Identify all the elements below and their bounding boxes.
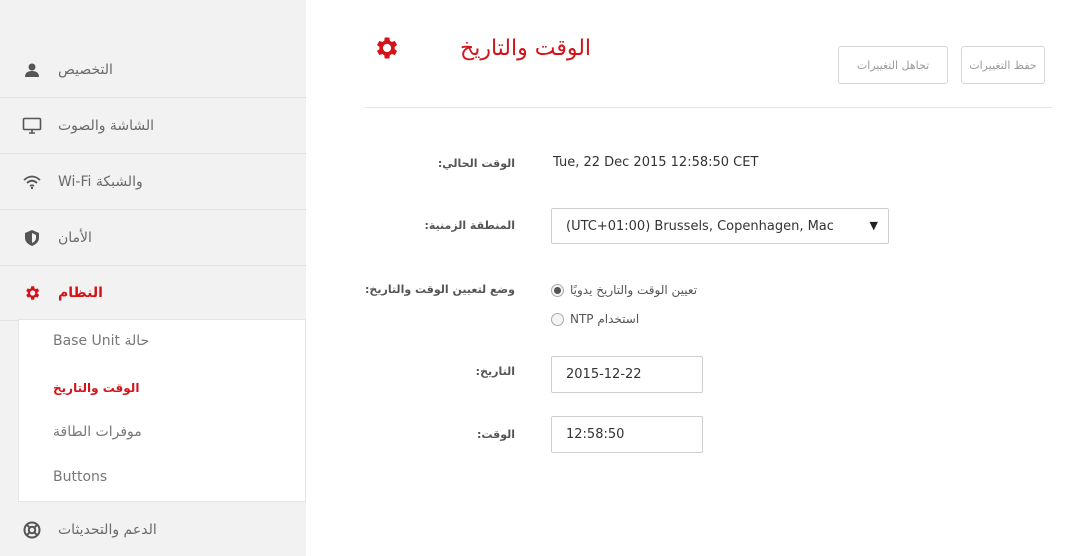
sidebar-item-security[interactable]: الأمان	[0, 210, 306, 266]
gear-icon	[372, 34, 400, 62]
radio-ntp-label: NTP استخدام	[570, 312, 640, 326]
sidebar-item-label: النظام	[58, 284, 103, 301]
sidebar-item-support-updates[interactable]: الدعم والتحديثات	[0, 502, 306, 556]
date-label: :التاريخ	[475, 365, 515, 378]
radio-unchecked-icon[interactable]	[551, 312, 564, 326]
sidebar-item-label: Wi-Fi والشبكة	[58, 173, 143, 190]
radio-manual[interactable]: تعيين الوقت والتاريخ يدويًا	[551, 283, 697, 297]
sidebar-item-label: الأمان	[58, 229, 92, 246]
page-title: الوقت والتاريخ	[460, 36, 592, 61]
system-submenu: Base Unit حالة الوقت والتاريخ موفرات الط…	[18, 319, 306, 502]
caret-down-icon: ▼	[869, 219, 878, 232]
timezone-label: :المنطقة الزمنية	[424, 219, 515, 232]
mode-label: :وضع لتعيين الوقت والتاريخ	[365, 283, 515, 296]
submenu-item-base-unit-status[interactable]: Base Unit حالة	[53, 333, 149, 349]
sidebar-item-customization[interactable]: التخصيص	[0, 42, 306, 98]
submenu-item-buttons[interactable]: Buttons	[53, 469, 107, 485]
sidebar-item-wifi-network[interactable]: Wi-Fi والشبكة	[0, 154, 306, 210]
lifebuoy-icon	[22, 520, 42, 540]
date-input-value: 2015-12-22	[566, 367, 642, 382]
sidebar-item-label: الشاشة والصوت	[58, 117, 155, 134]
timezone-select[interactable]: (UTC+01:00) Brussels, Copenhagen, Mac ▼	[551, 208, 889, 244]
time-input[interactable]: 12:58:50	[551, 416, 703, 453]
sidebar-item-label: التخصيص	[58, 61, 113, 78]
gear-icon	[22, 283, 42, 303]
radio-checked-icon[interactable]	[551, 283, 564, 297]
time-input-value: 12:58:50	[566, 427, 625, 442]
time-label: :الوقت	[476, 428, 515, 441]
radio-manual-label: تعيين الوقت والتاريخ يدويًا	[570, 283, 698, 297]
header-divider	[365, 107, 1052, 108]
shield-icon	[22, 228, 42, 248]
sidebar-item-system[interactable]: النظام	[0, 265, 306, 321]
wifi-icon	[22, 172, 42, 192]
sidebar-item-display-sound[interactable]: الشاشة والصوت	[0, 98, 306, 154]
save-changes-button[interactable]: حفظ التغييرات	[961, 46, 1045, 84]
sidebar: التخصيص الشاشة والصوت Wi-Fi والشبكة الأم…	[0, 0, 306, 556]
sidebar-item-label: الدعم والتحديثات	[58, 522, 157, 538]
radio-ntp[interactable]: NTP استخدام	[551, 312, 639, 326]
submenu-item-date-time[interactable]: الوقت والتاريخ	[53, 381, 139, 395]
current-time-value: Tue, 22 Dec 2015 12:58:50 CET	[553, 155, 759, 170]
monitor-icon	[22, 116, 42, 136]
date-input[interactable]: 2015-12-22	[551, 356, 703, 393]
person-icon	[22, 60, 42, 80]
current-time-label: :الوقت الحالي	[437, 157, 515, 170]
timezone-selected-value: (UTC+01:00) Brussels, Copenhagen, Mac	[566, 218, 834, 234]
discard-changes-button[interactable]: تجاهل التغييرات	[838, 46, 948, 84]
submenu-item-power-savers[interactable]: موفرات الطاقة	[53, 424, 142, 440]
